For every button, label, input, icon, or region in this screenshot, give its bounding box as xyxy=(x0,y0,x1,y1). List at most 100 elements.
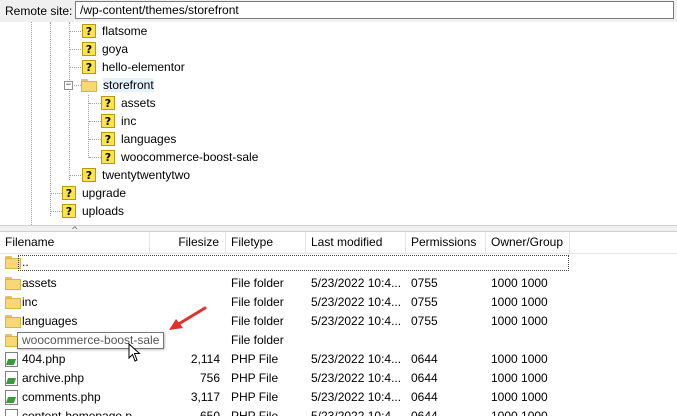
question-folder-icon: ? xyxy=(62,204,76,218)
tree-item-label: goya xyxy=(102,42,129,56)
tree-item-languages[interactable]: ? languages xyxy=(101,130,176,148)
table-row[interactable]: languages File folder 5/23/2022 10:4... … xyxy=(0,312,677,331)
tree-item-label: assets xyxy=(121,96,156,110)
table-row[interactable]: archive.php 756 PHP File 5/23/2022 10:4.… xyxy=(0,369,677,388)
file-name: inc xyxy=(22,295,38,309)
file-type: PHP File xyxy=(231,390,279,404)
file-size: 756 xyxy=(199,371,220,385)
file-owner: 1000 1000 xyxy=(491,314,548,328)
table-row[interactable]: 404.php 2,114 PHP File 5/23/2022 10:4...… xyxy=(0,350,677,369)
collapse-toggle[interactable]: − xyxy=(64,81,73,90)
file-owner: 1000 1000 xyxy=(491,390,548,404)
php-file-icon xyxy=(5,390,18,405)
file-name: .. xyxy=(22,255,29,269)
question-folder-icon: ? xyxy=(101,96,115,110)
tree-branch xyxy=(89,157,101,158)
file-permissions: 0644 xyxy=(411,409,438,416)
file-type: File folder xyxy=(231,333,284,347)
question-folder-icon: ? xyxy=(101,150,115,164)
file-size xyxy=(150,274,220,293)
tree-branch xyxy=(89,139,101,140)
file-size: 650 xyxy=(199,409,220,416)
tree-item-flatsome[interactable]: ? flatsome xyxy=(82,22,147,40)
php-file-icon xyxy=(5,409,18,416)
tree-guide-line xyxy=(88,95,89,158)
file-name: content-homepage.p... xyxy=(22,409,143,416)
file-type: File folder xyxy=(231,314,284,328)
file-size: 3,117 xyxy=(190,390,220,404)
file-permissions: 0644 xyxy=(411,352,438,366)
table-row[interactable]: inc File folder 5/23/2022 10:4... 0755 1… xyxy=(0,293,677,312)
file-size: 2,114 xyxy=(190,352,220,366)
tree-item-label: flatsome xyxy=(102,24,148,38)
file-owner: 1000 1000 xyxy=(491,295,548,309)
file-modified: 5/23/2022 10:4... xyxy=(311,295,402,309)
remote-directory-tree[interactable]: ? flatsome ? goya ? hello-elementor − st… xyxy=(0,22,677,225)
file-modified: 5/23/2022 10:4... xyxy=(311,314,402,328)
file-type: PHP File xyxy=(231,409,279,416)
table-row[interactable]: assets File folder 5/23/2022 10:4... 075… xyxy=(0,274,677,293)
file-modified: 5/23/2022 10:4... xyxy=(311,390,402,404)
file-permissions: 0644 xyxy=(411,371,438,385)
column-header-filetype[interactable]: Filetype xyxy=(226,232,306,253)
file-type: PHP File xyxy=(231,371,279,385)
file-owner: 1000 1000 xyxy=(491,352,548,366)
tree-branch xyxy=(89,103,101,104)
tree-item-label: uploads xyxy=(82,204,125,218)
file-modified: 5/23/2022 10:4... xyxy=(311,409,402,416)
column-header-permissions[interactable]: Permissions xyxy=(406,232,486,253)
file-name: assets xyxy=(22,276,57,290)
tree-item-label: hello-elementor xyxy=(102,60,185,74)
file-permissions: 0755 xyxy=(411,295,438,309)
tree-item-inc[interactable]: ? inc xyxy=(101,112,136,130)
remote-path-input[interactable] xyxy=(75,1,674,19)
tree-item-goya[interactable]: ? goya xyxy=(82,40,128,58)
table-row[interactable]: content-homepage.p... 650 PHP File 5/23/… xyxy=(0,407,677,416)
tree-guide-line xyxy=(50,22,51,216)
tree-branch xyxy=(51,193,62,194)
file-permissions: 0755 xyxy=(411,276,438,290)
file-owner: 1000 1000 xyxy=(491,371,548,385)
tree-item-upgrade[interactable]: ? upgrade xyxy=(62,184,126,202)
tree-item-hello-elementor[interactable]: ? hello-elementor xyxy=(82,58,185,76)
tree-item-label: woocommerce-boost-sale xyxy=(121,150,259,164)
remote-site-bar: Remote site: xyxy=(0,0,677,23)
folder-icon xyxy=(81,78,97,92)
column-header-last-modified[interactable]: Last modified xyxy=(306,232,406,253)
column-header-owner-group[interactable]: Owner/Group xyxy=(486,232,570,253)
tree-item-uploads[interactable]: ? uploads xyxy=(62,202,124,220)
tree-item-twentytwentytwo[interactable]: ? twentytwentytwo xyxy=(82,166,190,184)
pane-splitter[interactable] xyxy=(0,225,677,232)
tree-item-storefront[interactable]: storefront xyxy=(81,76,154,94)
php-file-icon xyxy=(5,352,18,367)
tree-item-label: twentytwentytwo xyxy=(102,168,191,182)
table-row-parent[interactable]: .. xyxy=(0,253,677,272)
table-row[interactable]: comments.php 3,117 PHP File 5/23/2022 10… xyxy=(0,388,677,407)
column-header-filesize[interactable]: Filesize xyxy=(150,232,226,253)
question-folder-icon: ? xyxy=(101,132,115,146)
tree-item-woocommerce-boost-sale[interactable]: ? woocommerce-boost-sale xyxy=(101,148,258,166)
file-type: File folder xyxy=(231,276,284,290)
tree-item-label: storefront xyxy=(103,78,154,92)
tree-branch xyxy=(89,121,101,122)
tree-item-assets[interactable]: ? assets xyxy=(101,94,156,112)
column-header-filename[interactable]: Filename xyxy=(0,232,150,253)
file-owner: 1000 1000 xyxy=(491,276,548,290)
folder-icon xyxy=(5,277,21,290)
file-type: PHP File xyxy=(231,352,279,366)
folder-icon xyxy=(5,296,21,309)
tree-guide-line xyxy=(69,22,70,180)
file-modified: 5/23/2022 10:4... xyxy=(311,371,402,385)
remote-site-label: Remote site: xyxy=(5,4,73,18)
php-file-icon xyxy=(5,371,18,386)
question-folder-icon: ? xyxy=(82,60,96,74)
file-name: languages xyxy=(22,314,78,328)
question-folder-icon: ? xyxy=(82,42,96,56)
tree-item-label: inc xyxy=(121,114,137,128)
mouse-cursor-icon xyxy=(128,343,141,362)
folder-icon xyxy=(5,315,21,328)
annotation-arrow-icon xyxy=(169,306,207,330)
question-folder-icon: ? xyxy=(62,186,76,200)
file-modified: 5/23/2022 10:4... xyxy=(311,352,402,366)
file-permissions: 0644 xyxy=(411,390,438,404)
